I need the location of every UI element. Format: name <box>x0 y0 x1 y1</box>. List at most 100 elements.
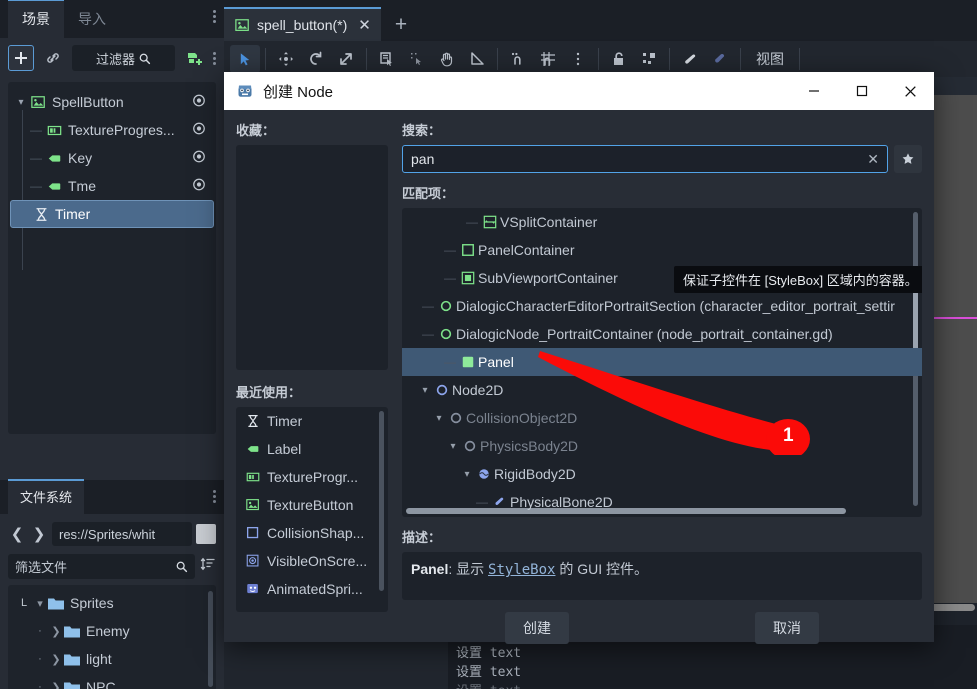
filesystem-more-options-icon[interactable] <box>213 490 216 503</box>
scene-tree-row-tme[interactable]: — Tme <box>8 172 216 200</box>
list-select-button[interactable] <box>372 45 402 73</box>
grid-snap-button[interactable] <box>533 45 563 73</box>
scene-tree-row-timer[interactable]: Timer <box>10 200 214 228</box>
snap-options-icon <box>576 52 580 66</box>
match-row-panelcontainer[interactable]: — PanelContainer <box>402 236 922 264</box>
filesystem-scrollbar[interactable] <box>208 591 213 687</box>
move-mode-button[interactable] <box>271 45 301 73</box>
match-label: Panel <box>478 354 514 370</box>
scale-mode-button[interactable] <box>331 45 361 73</box>
scene-more-options-icon[interactable] <box>213 51 216 65</box>
match-row-node2d[interactable]: ▾ Node2D <box>402 376 922 404</box>
nav-back-icon[interactable]: ❮ <box>8 523 26 545</box>
recent-item-collisionshape[interactable]: CollisionShap... <box>236 519 388 547</box>
pivot-mode-button[interactable] <box>402 45 432 73</box>
search-input[interactable]: pan ✕ <box>402 145 888 173</box>
output-line: 设置 text <box>456 646 522 661</box>
chevron-right-icon[interactable]: ❯ <box>48 625 64 638</box>
match-row-dialogiccharactereditorportraitsection[interactable]: — DialogicCharacterEditorPortraitSection… <box>402 292 922 320</box>
nav-forward-icon[interactable]: ❯ <box>30 523 48 545</box>
chevron-down-icon[interactable]: ▾ <box>460 469 474 480</box>
sort-options-icon[interactable] <box>200 556 216 577</box>
visibility-toggle-icon[interactable] <box>192 94 206 111</box>
panel-icon <box>458 355 478 369</box>
toggle-favorite-button[interactable] <box>894 145 922 173</box>
visibility-toggle-icon[interactable] <box>192 178 206 195</box>
match-row-rigidbody2d[interactable]: ▾ RigidBody2D <box>402 460 922 488</box>
chevron-down-icon[interactable]: ▾ <box>418 385 432 396</box>
visibility-toggle-icon[interactable] <box>192 122 206 139</box>
scene-tree-row-spellbutton[interactable]: ▾ SpellButton <box>8 88 216 116</box>
scene-tree-row-textureprogress[interactable]: — TextureProgres... <box>8 116 216 144</box>
instance-child-scene-icon <box>187 52 202 65</box>
rotate-mode-icon <box>310 51 322 65</box>
match-row-collisionobject2d[interactable]: ▾ CollisionObject2D <box>402 404 922 432</box>
select-mode-button[interactable] <box>230 45 260 73</box>
instance-child-scene-button[interactable] <box>181 45 207 71</box>
skeleton-button[interactable] <box>705 45 735 73</box>
chevron-down-icon[interactable]: ▾ <box>32 597 48 610</box>
match-row-physicsbody2d[interactable]: ▾ PhysicsBody2D <box>402 432 922 460</box>
fs-row-enemy[interactable]: · ❯ Enemy <box>8 617 216 645</box>
filesystem-path-input[interactable]: res://Sprites/whit <box>52 522 192 546</box>
fs-row-sprites[interactable]: L ▾ Sprites <box>8 589 216 617</box>
recent-item-texturebutton[interactable]: TextureButton <box>236 491 388 519</box>
close-button[interactable] <box>886 72 934 110</box>
recent-item-timer[interactable]: Timer <box>236 407 388 435</box>
fs-row-npc[interactable]: · ❯ NPC <box>8 673 216 689</box>
chevron-down-icon[interactable]: ▾ <box>446 441 460 452</box>
view-menu-button[interactable]: 视图 <box>746 49 794 69</box>
scene-filter-placeholder: 过滤器 <box>95 51 135 67</box>
chevron-down-icon[interactable]: ▾ <box>432 413 446 424</box>
add-node-button[interactable] <box>8 45 34 71</box>
fs-row-light[interactable]: · ❯ light <box>8 645 216 673</box>
visibility-toggle-icon[interactable] <box>192 150 206 167</box>
close-icon[interactable]: ✕ <box>358 16 371 34</box>
chevron-right-icon[interactable]: ❯ <box>48 681 64 689</box>
chevron-down-icon[interactable]: ▾ <box>14 97 28 108</box>
instance-scene-button[interactable] <box>40 45 66 71</box>
tab-spell-button[interactable]: spell_button(*) ✕ <box>224 7 381 41</box>
new-tab-button[interactable]: + <box>381 13 421 41</box>
recent-scrollbar[interactable] <box>379 411 384 591</box>
label-icon <box>44 151 64 166</box>
bone-button[interactable] <box>675 45 705 73</box>
search-icon <box>176 561 188 572</box>
ruler-mode-button[interactable] <box>462 45 492 73</box>
scene-tree-row-key[interactable]: — Key <box>8 144 216 172</box>
favorites-list[interactable] <box>236 145 388 370</box>
matches-list[interactable]: — VSplitContainer — PanelContainer — Sub… <box>402 208 922 517</box>
description-link[interactable]: StyleBox <box>488 562 555 578</box>
toggle-split-mode-button[interactable] <box>196 524 216 544</box>
recent-item-textureprogress[interactable]: TextureProgr... <box>236 463 388 491</box>
recent-item-animatedsprite[interactable]: AnimatedSpri... <box>236 575 388 603</box>
dock-more-options-icon[interactable] <box>213 10 216 23</box>
chevron-right-icon[interactable]: ❯ <box>48 653 64 666</box>
lock-button[interactable] <box>604 45 634 73</box>
match-row-panel[interactable]: — Panel <box>402 348 922 376</box>
scene-filter-input[interactable]: 过滤器 <box>72 45 175 71</box>
filesystem-filter-input[interactable]: 筛选文件 <box>8 553 195 579</box>
dialog-titlebar[interactable]: 创建 Node <box>224 72 934 110</box>
group-button[interactable] <box>634 45 664 73</box>
match-row-physicalbone2d[interactable]: — PhysicalBone2D <box>402 488 922 516</box>
tree-branch-icon: — <box>30 123 42 137</box>
recent-item-visibleonscreen[interactable]: VisibleOnScre... <box>236 547 388 575</box>
create-button[interactable]: 创建 <box>505 612 569 644</box>
tab-import[interactable]: 导入 <box>64 1 120 38</box>
tab-scene[interactable]: 场景 <box>8 0 64 38</box>
maximize-button[interactable] <box>838 72 886 110</box>
pan-mode-button[interactable] <box>432 45 462 73</box>
scene-dock-body: 过滤器 ▾ SpellButton — TextureProgres... — … <box>0 38 224 480</box>
recent-item-label[interactable]: Label <box>236 435 388 463</box>
cancel-button[interactable]: 取消 <box>755 612 819 644</box>
match-row-vsplitcontainer[interactable]: — VSplitContainer <box>402 208 922 236</box>
clear-search-icon[interactable]: ✕ <box>865 151 881 168</box>
rotate-mode-button[interactable] <box>301 45 331 73</box>
recent-list[interactable]: Timer Label TextureProgr... TextureButto… <box>236 407 388 612</box>
snap-options-button[interactable] <box>563 45 593 73</box>
match-row-dialogicnodeportraitcontainer[interactable]: — DialogicNode_PortraitContainer (node_p… <box>402 320 922 348</box>
tab-filesystem[interactable]: 文件系统 <box>8 479 85 514</box>
minimize-button[interactable] <box>790 72 838 110</box>
smart-snap-button[interactable] <box>503 45 533 73</box>
